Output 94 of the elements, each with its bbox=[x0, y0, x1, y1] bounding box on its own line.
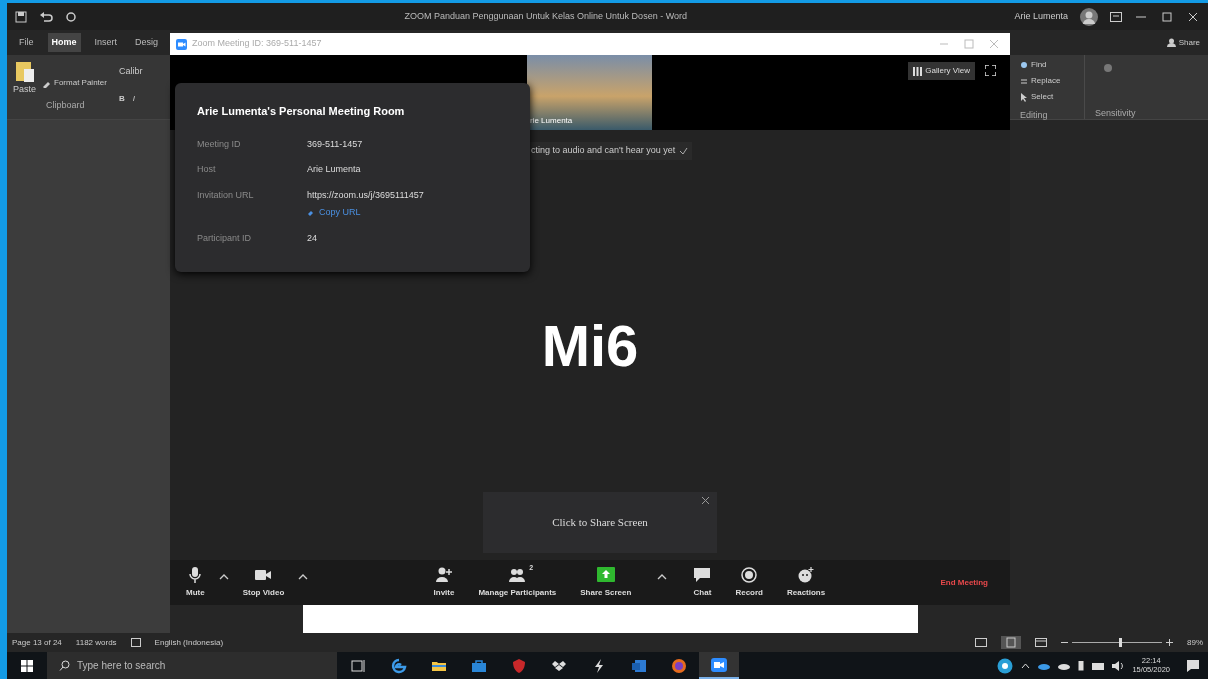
field-value: 369-511-1457 bbox=[307, 137, 363, 151]
format-painter-button[interactable]: Format Painter bbox=[42, 77, 107, 89]
taskbar-app[interactable] bbox=[699, 652, 739, 679]
find-button[interactable]: Find bbox=[1020, 59, 1074, 71]
check-icon bbox=[679, 146, 689, 155]
participant-name: rie Lumenta bbox=[530, 115, 573, 127]
field-label: Invitation URL bbox=[197, 188, 255, 202]
minus-icon[interactable] bbox=[1061, 639, 1068, 646]
chevron-up-icon[interactable] bbox=[1021, 662, 1031, 669]
cloud-icon[interactable] bbox=[1038, 661, 1051, 670]
meeting-name: Mi6 bbox=[541, 311, 639, 380]
shopping-bag-icon bbox=[471, 657, 487, 674]
ribbon-group-label: Editing bbox=[1020, 109, 1049, 122]
replace-button[interactable]: Replace bbox=[1020, 75, 1074, 87]
undo-icon[interactable] bbox=[39, 10, 53, 23]
share-screen-icon bbox=[596, 566, 615, 584]
speech-bubble-icon bbox=[693, 566, 712, 584]
record-icon bbox=[740, 566, 759, 584]
caret-icon[interactable] bbox=[298, 572, 309, 581]
avatar-icon bbox=[1080, 7, 1098, 26]
task-view-icon bbox=[351, 657, 367, 674]
user-name: Arie Lumenta bbox=[1014, 9, 1068, 23]
bold-button[interactable]: B bbox=[118, 92, 125, 105]
camera-icon bbox=[711, 656, 727, 673]
plus-icon[interactable] bbox=[1166, 639, 1173, 646]
browser-icon bbox=[391, 657, 407, 674]
field-label: Meeting ID bbox=[197, 137, 242, 151]
share-button[interactable]: Share bbox=[1166, 36, 1200, 49]
gallery-view-button[interactable]: Gallery View bbox=[908, 62, 975, 80]
close-icon[interactable] bbox=[1186, 11, 1200, 22]
envelope-icon bbox=[631, 657, 647, 674]
paste-label[interactable]: Paste bbox=[13, 83, 36, 97]
ribbon-group-label: Clipboard bbox=[46, 99, 86, 112]
read-mode-icon[interactable] bbox=[975, 638, 987, 647]
ribbon-tab[interactable]: Home bbox=[47, 32, 81, 53]
globe-icon bbox=[671, 657, 687, 674]
notification-icon[interactable] bbox=[1186, 658, 1200, 673]
help-icon[interactable] bbox=[997, 657, 1014, 674]
record-button[interactable]: Record bbox=[731, 564, 767, 601]
close-icon[interactable] bbox=[702, 497, 709, 504]
share-screen-prompt[interactable]: Click to Share Screen bbox=[483, 492, 717, 553]
field-value: https://zoom.us/j/3695111457 bbox=[307, 188, 424, 202]
add-person-icon bbox=[435, 566, 453, 584]
shield-icon bbox=[511, 657, 527, 674]
card-title: Arie Lumenta's Personal Meeting Room bbox=[197, 104, 406, 119]
field-label: Participant ID bbox=[197, 231, 253, 245]
field-label: Host bbox=[197, 163, 217, 176]
window-title: Zoom Meeting ID: 369-511-1457 bbox=[192, 37, 323, 51]
cursor-icon bbox=[1020, 92, 1028, 102]
search-icon bbox=[59, 660, 70, 671]
italic-button[interactable]: I bbox=[132, 92, 135, 105]
web-layout-icon[interactable] bbox=[1035, 638, 1047, 647]
save-icon[interactable] bbox=[15, 10, 27, 23]
replace-icon bbox=[1020, 76, 1028, 86]
person-icon bbox=[1166, 38, 1176, 47]
people-icon bbox=[508, 566, 527, 584]
caret-icon[interactable] bbox=[657, 572, 668, 581]
language: English (Indonesia) bbox=[154, 636, 224, 649]
font-name[interactable]: Calibr bbox=[118, 65, 143, 79]
select-button[interactable]: Select bbox=[1020, 91, 1074, 103]
page-count: Page 13 of 24 bbox=[12, 636, 62, 649]
cloud-icon[interactable] bbox=[1058, 661, 1071, 670]
invite-button[interactable]: Invite bbox=[429, 564, 459, 601]
caret-icon[interactable] bbox=[218, 572, 229, 581]
fullscreen-icon[interactable] bbox=[985, 65, 996, 76]
mute-button[interactable]: Mute bbox=[182, 564, 209, 601]
video-button[interactable]: Stop Video bbox=[238, 564, 289, 601]
smiley-icon bbox=[797, 566, 816, 584]
notice-text: cting to audio and can't hear you yet bbox=[531, 144, 676, 157]
ribbon-tab[interactable]: Desig bbox=[131, 32, 163, 53]
copy-url-link[interactable]: Copy URL bbox=[307, 206, 424, 220]
word-count: 1182 words bbox=[75, 636, 117, 649]
search-icon bbox=[1020, 60, 1028, 70]
proofing-icon[interactable] bbox=[130, 638, 141, 647]
clipboard-icon[interactable] bbox=[14, 59, 35, 83]
search-field[interactable]: Type here to search bbox=[47, 652, 337, 679]
share-button[interactable]: Share Screen bbox=[576, 564, 636, 601]
maximize-icon[interactable] bbox=[1160, 11, 1174, 22]
video-app-icon bbox=[176, 38, 187, 50]
ribbon-display-icon[interactable] bbox=[1110, 11, 1122, 22]
end-meeting-button[interactable]: End Meeting bbox=[940, 576, 988, 589]
field-value: 24 bbox=[307, 231, 317, 245]
ribbon-tab[interactable]: Insert bbox=[90, 32, 122, 53]
windows-logo-icon bbox=[21, 659, 33, 672]
window-title: ZOOM Panduan Penggunaan Untuk Kelas Online Untuk Dosen - Word bbox=[403, 9, 688, 23]
chat-button[interactable]: Chat bbox=[689, 564, 716, 601]
ribbon-tab[interactable]: File bbox=[15, 32, 38, 53]
speaker-icon[interactable] bbox=[1112, 660, 1125, 671]
slider-thumb[interactable] bbox=[1118, 638, 1122, 647]
reactions-button[interactable]: Reactions bbox=[782, 564, 830, 601]
zoom-percent: 89% bbox=[1187, 636, 1203, 649]
ribbon-group-label: Sensitivity bbox=[1095, 107, 1136, 120]
grid-icon bbox=[913, 66, 923, 76]
field-value: Arie Lumenta bbox=[307, 163, 361, 176]
